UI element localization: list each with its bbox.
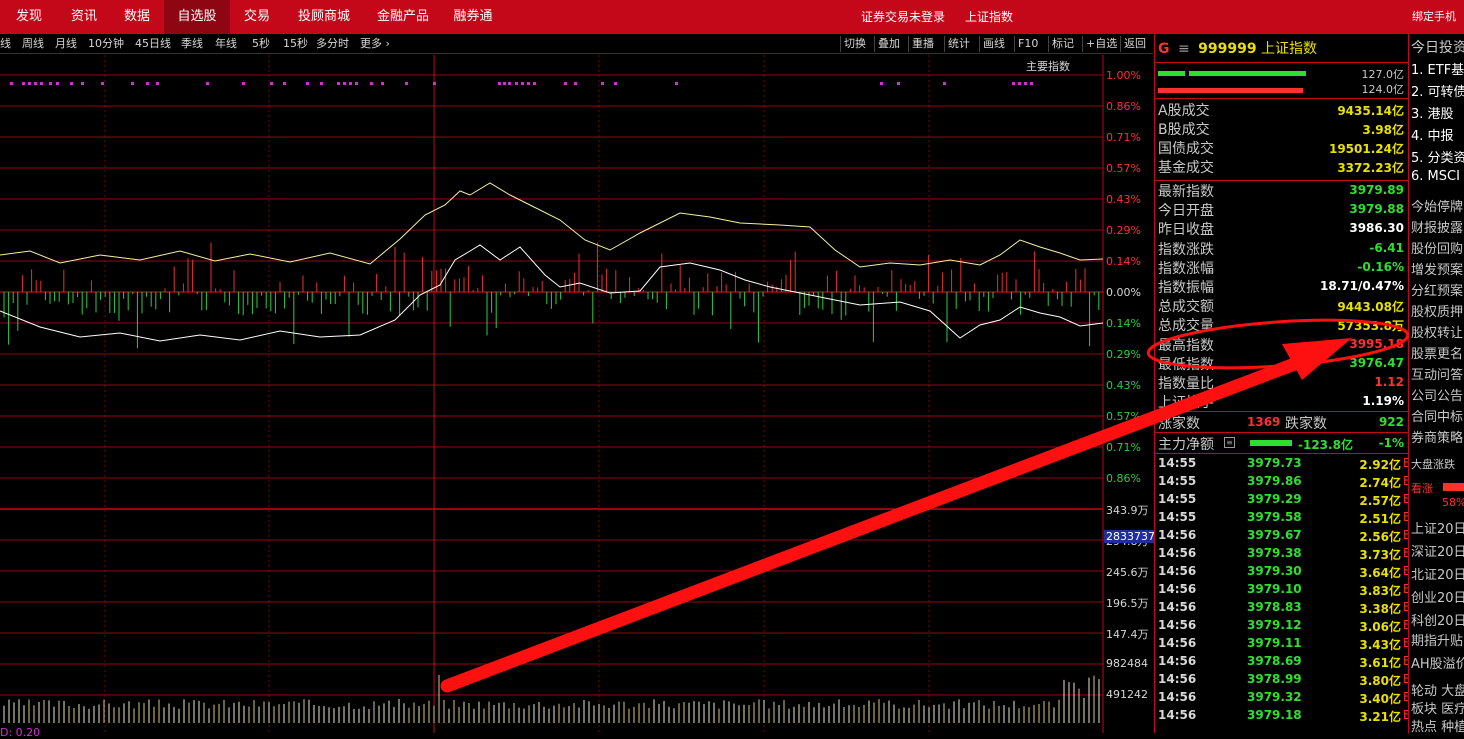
annotation-arrow-shaft xyxy=(440,353,1312,693)
annotation-overlay xyxy=(440,318,1410,693)
